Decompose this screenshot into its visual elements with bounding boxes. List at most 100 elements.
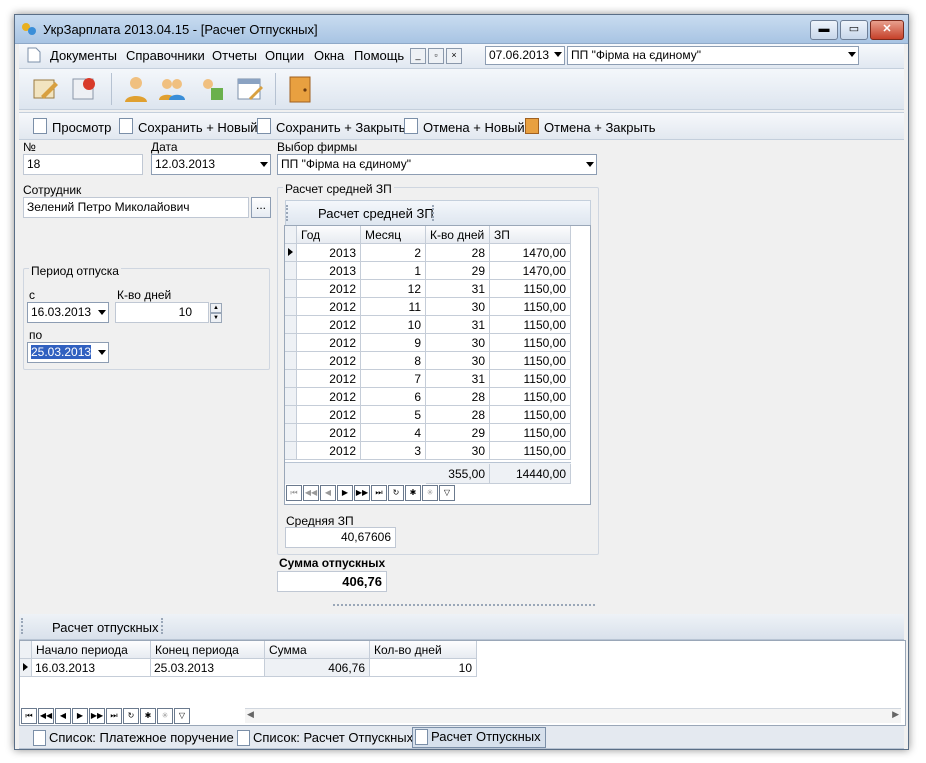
date-filter-select[interactable]: 07.06.2013 bbox=[485, 46, 565, 65]
grid-menu-icon[interactable] bbox=[20, 641, 32, 659]
table-cell[interactable]: 28 bbox=[426, 388, 490, 406]
table-cell[interactable]: 1150,00 bbox=[490, 442, 571, 460]
insert-icon[interactable]: ✱ bbox=[405, 485, 421, 501]
table-cell[interactable]: 2012 bbox=[297, 334, 361, 352]
maximize-button[interactable]: ▭ bbox=[840, 20, 868, 40]
table-cell[interactable]: 31 bbox=[426, 370, 490, 388]
table-cell[interactable]: 2012 bbox=[297, 298, 361, 316]
prev-record-icon[interactable]: ◀ bbox=[55, 708, 71, 724]
next-page-icon[interactable]: ▶▶ bbox=[89, 708, 105, 724]
column-header[interactable]: Кол-во дней bbox=[370, 641, 477, 659]
next-record-icon[interactable]: ▶ bbox=[337, 485, 353, 501]
menu-help[interactable]: Помощь bbox=[354, 48, 404, 63]
table-cell[interactable]: 1150,00 bbox=[490, 334, 571, 352]
table-cell[interactable]: 2012 bbox=[297, 370, 361, 388]
days-stepper[interactable]: 10 bbox=[115, 302, 209, 323]
browse-employee-button[interactable]: ... bbox=[251, 197, 271, 218]
table-cell[interactable]: 30 bbox=[426, 352, 490, 370]
from-date-select[interactable]: 16.03.2013 bbox=[27, 302, 109, 323]
menu-references[interactable]: Справочники bbox=[126, 48, 205, 63]
table-cell[interactable]: 10 bbox=[361, 316, 426, 334]
tab-vacation-calc[interactable]: Расчет Отпускных bbox=[412, 727, 546, 748]
table-cell[interactable]: 1150,00 bbox=[490, 406, 571, 424]
prev-record-icon[interactable]: ◀ bbox=[320, 485, 336, 501]
table-cell[interactable]: 1150,00 bbox=[490, 424, 571, 442]
table-cell[interactable]: 1150,00 bbox=[490, 388, 571, 406]
column-header[interactable]: ЗП bbox=[490, 226, 571, 244]
table-cell[interactable]: 25.03.2013 bbox=[151, 659, 265, 677]
minimize-button[interactable]: ▬ bbox=[810, 20, 838, 40]
table-cell[interactable]: 9 bbox=[361, 334, 426, 352]
employee-input[interactable]: Зелений Петро Миколайович bbox=[23, 197, 249, 218]
menu-reports[interactable]: Отчеты bbox=[212, 48, 257, 63]
number-input[interactable]: 18 bbox=[23, 154, 143, 175]
table-cell[interactable]: 2013 bbox=[297, 244, 361, 262]
table-cell[interactable]: 1150,00 bbox=[490, 316, 571, 334]
mdi-close-button[interactable]: × bbox=[446, 48, 462, 64]
table-cell[interactable]: 3 bbox=[361, 442, 426, 460]
table-cell[interactable]: 5 bbox=[361, 406, 426, 424]
table-cell[interactable]: 2012 bbox=[297, 442, 361, 460]
save-close-button[interactable]: Сохранить + Закрыть bbox=[257, 118, 406, 135]
table-cell[interactable]: 31 bbox=[426, 316, 490, 334]
exit-icon[interactable] bbox=[285, 74, 315, 104]
table-cell[interactable]: 2012 bbox=[297, 352, 361, 370]
delete-record-icon[interactable]: ✳ bbox=[422, 485, 438, 501]
insert-icon[interactable]: ✱ bbox=[140, 708, 156, 724]
table-cell[interactable]: 1150,00 bbox=[490, 352, 571, 370]
table-cell[interactable]: 1 bbox=[361, 262, 426, 280]
last-record-icon[interactable]: ⏭ bbox=[106, 708, 122, 724]
delete-icon[interactable] bbox=[69, 74, 99, 104]
scroll-right-icon[interactable]: ▶ bbox=[892, 709, 899, 720]
tab-vacation-list[interactable]: Список: Расчет Отпускных bbox=[235, 729, 413, 747]
mdi-minimize-button[interactable]: _ bbox=[410, 48, 426, 64]
days-spin-buttons[interactable]: ▲ ▼ bbox=[210, 303, 222, 323]
calc-icon[interactable] bbox=[197, 74, 227, 104]
table-cell[interactable]: 10 bbox=[370, 659, 477, 677]
spin-up-icon[interactable]: ▲ bbox=[210, 303, 222, 313]
tab-payment-list[interactable]: Список: Платежное поручение bbox=[31, 729, 234, 747]
column-header[interactable]: Начало периода bbox=[32, 641, 151, 659]
splitter-handle[interactable] bbox=[333, 604, 595, 610]
table-cell[interactable]: 406,76 bbox=[265, 659, 370, 677]
table-cell[interactable]: 28 bbox=[426, 244, 490, 262]
delete-record-icon[interactable]: ✳ bbox=[157, 708, 173, 724]
table-cell[interactable]: 1150,00 bbox=[490, 280, 571, 298]
scroll-left-icon[interactable]: ◀ bbox=[247, 709, 254, 720]
table-cell[interactable]: 2 bbox=[361, 244, 426, 262]
column-header[interactable]: Год bbox=[297, 226, 361, 244]
company-select[interactable]: ПП "Фірма на єдиному" bbox=[277, 154, 597, 175]
document-edit-icon[interactable] bbox=[31, 74, 61, 104]
refresh-icon[interactable]: ↻ bbox=[388, 485, 404, 501]
table-cell[interactable]: 31 bbox=[426, 280, 490, 298]
table-cell[interactable]: 11 bbox=[361, 298, 426, 316]
to-date-select[interactable]: 25.03.2013 bbox=[27, 342, 109, 363]
menu-options[interactable]: Опции bbox=[265, 48, 304, 63]
table-cell[interactable]: 2013 bbox=[297, 262, 361, 280]
user-icon[interactable] bbox=[121, 74, 151, 104]
table-cell[interactable]: 1470,00 bbox=[490, 244, 571, 262]
table-cell[interactable]: 6 bbox=[361, 388, 426, 406]
cancel-new-button[interactable]: Отмена + Новый bbox=[404, 118, 525, 135]
table-cell[interactable]: 30 bbox=[426, 442, 490, 460]
preview-button[interactable]: Просмотр bbox=[33, 118, 111, 135]
table-cell[interactable]: 29 bbox=[426, 262, 490, 280]
mdi-restore-button[interactable]: ▫ bbox=[428, 48, 444, 64]
prev-page-icon[interactable]: ◀◀ bbox=[38, 708, 54, 724]
table-cell[interactable]: 28 bbox=[426, 406, 490, 424]
last-record-icon[interactable]: ⏭ bbox=[371, 485, 387, 501]
table-cell[interactable]: 8 bbox=[361, 352, 426, 370]
filter-icon[interactable]: ▽ bbox=[174, 708, 190, 724]
first-record-icon[interactable]: ⏮ bbox=[286, 485, 302, 501]
table-cell[interactable]: 1150,00 bbox=[490, 370, 571, 388]
grid-menu-icon[interactable] bbox=[285, 226, 297, 244]
table-cell[interactable]: 7 bbox=[361, 370, 426, 388]
table-cell[interactable]: 2012 bbox=[297, 316, 361, 334]
menu-windows[interactable]: Окна bbox=[314, 48, 344, 63]
table-cell[interactable]: 2012 bbox=[297, 406, 361, 424]
menu-documents[interactable]: Документы bbox=[50, 48, 117, 63]
table-cell[interactable]: 30 bbox=[426, 334, 490, 352]
avg-salary-tab[interactable]: Расчет средней ЗП bbox=[318, 206, 434, 221]
avg-salary-table[interactable]: Год Месяц К-во дней ЗП 2013 2 28 1470,00 201… bbox=[284, 225, 591, 505]
table-cell[interactable]: 12 bbox=[361, 280, 426, 298]
